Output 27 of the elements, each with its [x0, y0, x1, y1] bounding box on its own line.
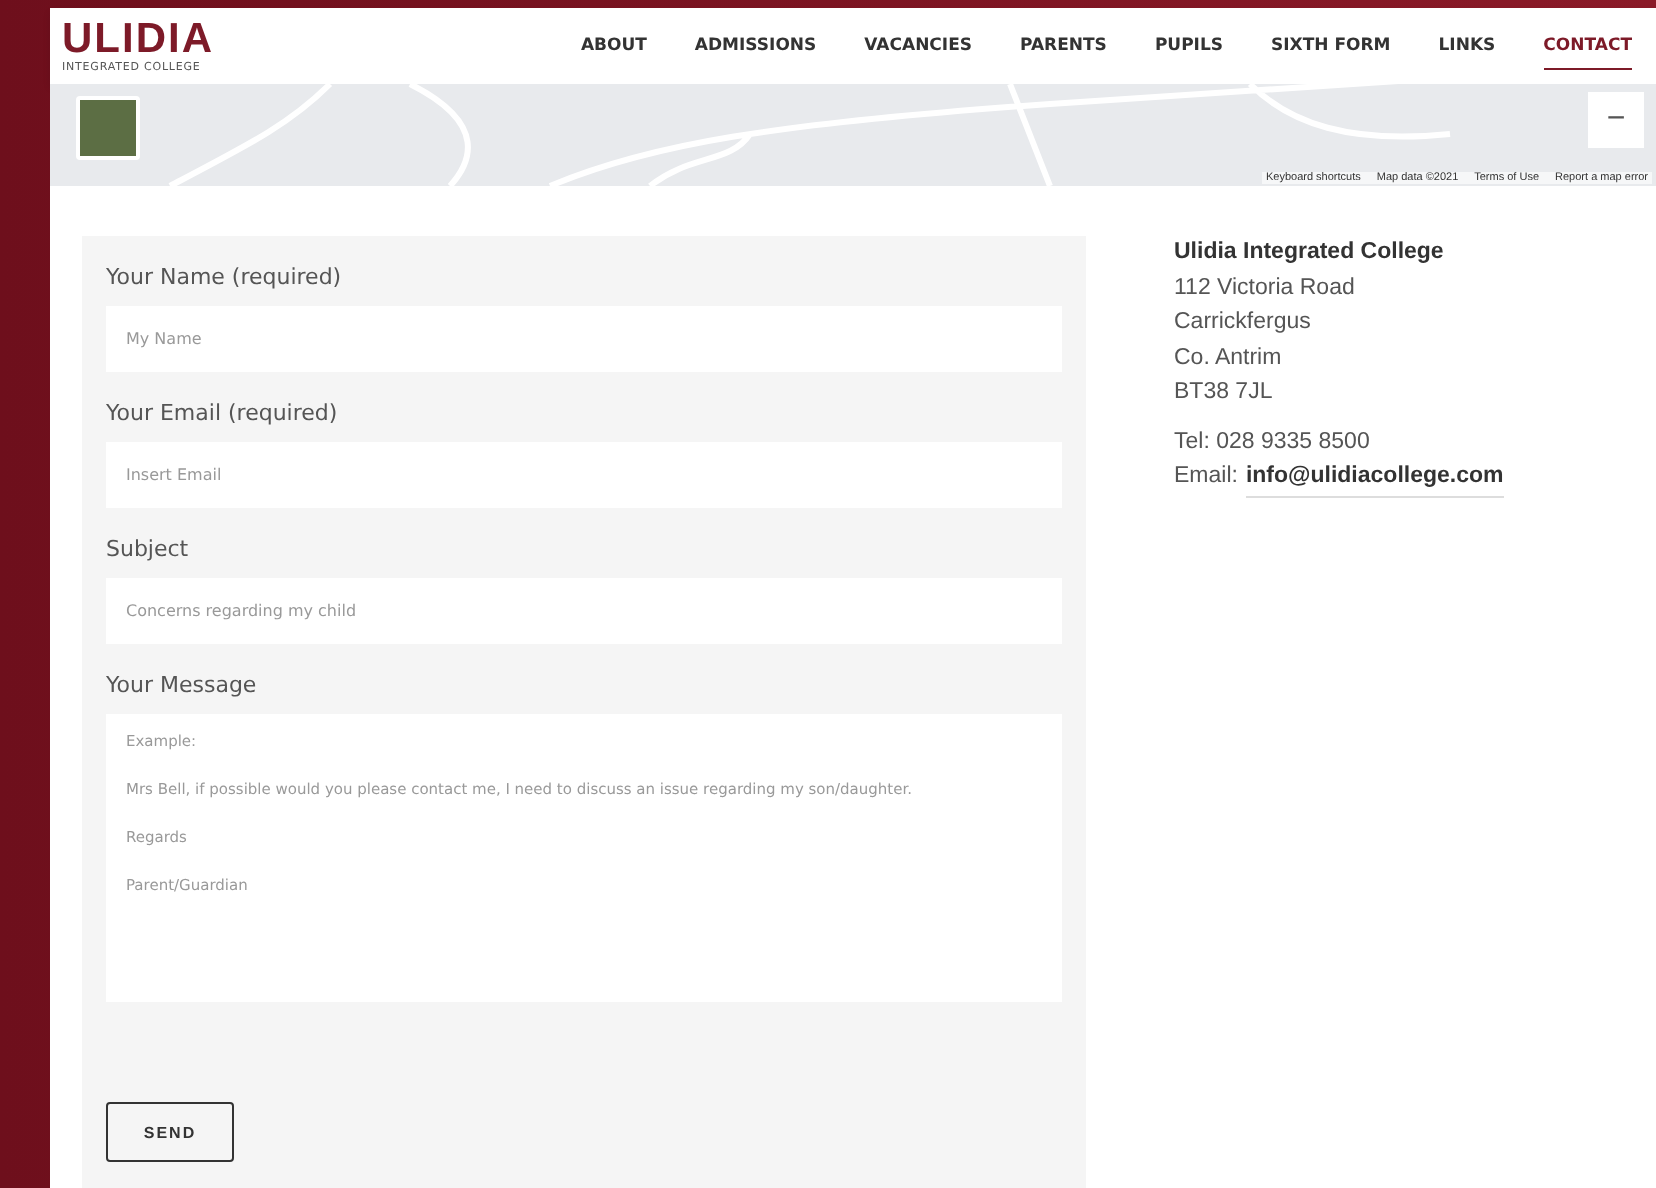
email-link[interactable]: info@ulidiacollege.com — [1245, 460, 1504, 497]
email-label: Email: — [1174, 462, 1238, 492]
nav-link[interactable]: PUPILS — [1154, 23, 1223, 69]
text-input-field[interactable]: My Name — [106, 306, 1062, 372]
text-input-field[interactable]: Concerns regarding my child — [106, 578, 1062, 644]
nav-link[interactable]: ABOUT — [580, 23, 647, 69]
field-label: Your Message — [106, 672, 259, 698]
zoom-out-button[interactable]: − — [1588, 92, 1644, 148]
address-line: Carrickfergus — [1174, 308, 1313, 338]
field-label: Your Email (required) — [106, 400, 340, 426]
nav-link[interactable]: SIXTH FORM — [1271, 23, 1391, 69]
satellite-thumbnail[interactable] — [76, 96, 140, 160]
college-name: Ulidia Integrated College — [1174, 238, 1446, 268]
nav-link[interactable]: CONTACT — [1543, 23, 1632, 69]
text-input-field[interactable]: Insert Email — [106, 442, 1062, 508]
nav-link[interactable]: PARENTS — [1020, 23, 1107, 69]
send-button[interactable]: SEND — [106, 1102, 234, 1162]
address-line: BT38 7JL — [1174, 378, 1275, 408]
nav-link[interactable]: ADMISSIONS — [694, 23, 817, 69]
address-line: 112 Victoria Road — [1174, 273, 1357, 303]
nav-link[interactable]: LINKS — [1438, 23, 1496, 69]
telephone-text: Tel: 028 9335 8500 — [1174, 427, 1372, 457]
address-line: Co. Antrim — [1174, 343, 1284, 373]
field-label: Subject — [106, 536, 191, 562]
nav-link[interactable]: VACANCIES — [864, 23, 973, 69]
logo-wordmark[interactable]: ULIDIA — [62, 18, 214, 62]
field-label: Your Name (required) — [106, 264, 344, 290]
